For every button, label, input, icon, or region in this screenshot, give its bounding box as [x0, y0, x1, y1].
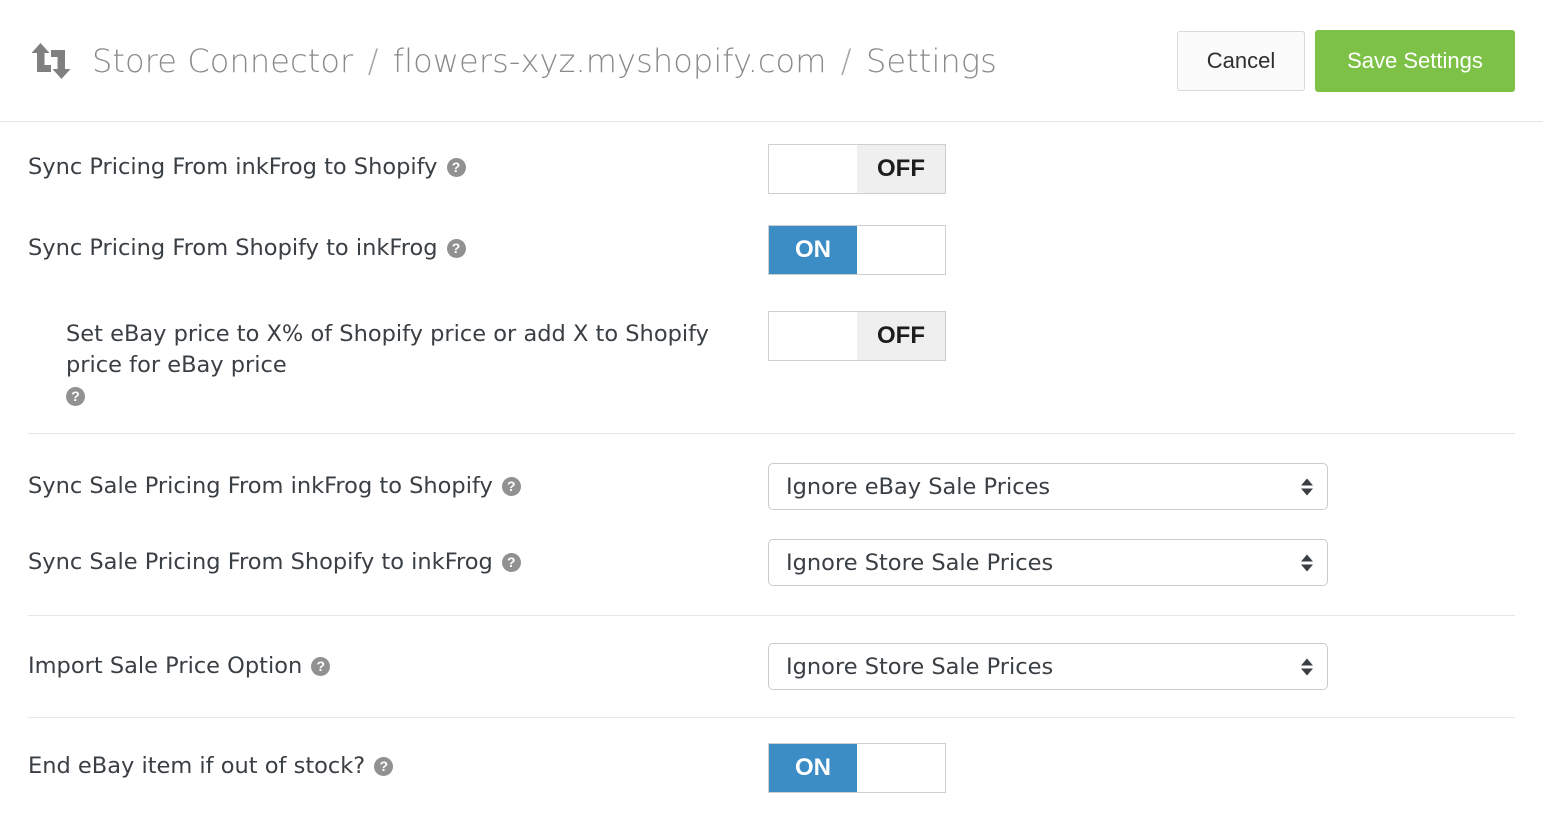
- setting-label-text: Sync Pricing From inkFrog to Shopify: [28, 154, 438, 180]
- help-icon[interactable]: ?: [501, 553, 521, 572]
- save-settings-button[interactable]: Save Settings: [1315, 29, 1515, 92]
- help-icon-glyph: ?: [507, 477, 516, 494]
- setting-control: OFF: [768, 144, 946, 194]
- toggle-ebay-price-formula[interactable]: OFF: [768, 311, 946, 361]
- chevron-down-icon: [1301, 564, 1313, 571]
- setting-control: Ignore Store Sale Prices: [768, 643, 1328, 690]
- header-actions: Cancel Save Settings: [1177, 29, 1515, 92]
- toggle-sync-pricing-inkfrog-to-shopify[interactable]: OFF: [768, 144, 946, 194]
- help-icon[interactable]: ?: [501, 477, 521, 496]
- setting-control: Ignore eBay Sale Prices: [768, 463, 1328, 510]
- sync-arrows-icon: [31, 42, 71, 79]
- toggle-knob: [769, 312, 857, 360]
- setting-control: ON: [768, 743, 946, 793]
- setting-label-text: Sync Sale Pricing From inkFrog to Shopif…: [28, 473, 493, 499]
- help-icon-glyph: ?: [316, 657, 326, 674]
- setting-label-text: Set eBay price to X% of Shopify price or…: [66, 321, 709, 378]
- cancel-button[interactable]: Cancel: [1177, 30, 1305, 91]
- select-sync-sale-pricing-shopify-to-inkfrog[interactable]: Ignore Store Sale Prices: [768, 539, 1328, 586]
- help-icon-glyph: ?: [71, 387, 80, 404]
- toggle-state-label: OFF: [857, 312, 945, 360]
- help-icon[interactable]: ?: [311, 657, 331, 676]
- toggle-end-ebay-item-if-out-of-stock[interactable]: ON: [768, 743, 946, 793]
- setting-row-end-ebay-item-if-out-of-stock: End eBay item if out of stock? ? ON: [28, 718, 1515, 793]
- stepper-arrows-icon[interactable]: [1301, 554, 1313, 571]
- toggle-state-label: OFF: [857, 145, 945, 193]
- setting-label-text: Import Sale Price Option: [28, 653, 303, 679]
- setting-row-import-sale-price-option: Import Sale Price Option ? Ignore Store …: [28, 616, 1515, 717]
- select-sync-sale-pricing-inkfrog-to-shopify[interactable]: Ignore eBay Sale Prices: [768, 463, 1328, 510]
- toggle-state-label: ON: [769, 226, 857, 274]
- chevron-down-icon: [1301, 668, 1313, 675]
- toggle-state-label: ON: [769, 744, 857, 792]
- help-icon-glyph: ?: [507, 553, 516, 570]
- setting-label: Sync Pricing From inkFrog to Shopify ?: [28, 144, 768, 183]
- setting-label: Sync Sale Pricing From Shopify to inkFro…: [28, 539, 768, 578]
- select-value: Ignore Store Sale Prices: [786, 653, 1054, 680]
- help-icon-glyph: ?: [379, 757, 389, 774]
- settings-body: Sync Pricing From inkFrog to Shopify ? O…: [0, 122, 1543, 793]
- breadcrumb-page: Settings: [865, 41, 997, 80]
- toggle-knob: [857, 744, 945, 792]
- help-icon[interactable]: ?: [66, 387, 85, 406]
- stepper-arrows-icon[interactable]: [1301, 478, 1313, 495]
- select-import-sale-price-option[interactable]: Ignore Store Sale Prices: [768, 643, 1328, 690]
- toggle-knob: [769, 145, 857, 193]
- toggle-sync-pricing-shopify-to-inkfrog[interactable]: ON: [768, 225, 946, 275]
- help-icon-glyph: ?: [451, 158, 461, 175]
- help-icon[interactable]: ?: [374, 757, 394, 776]
- setting-row-sync-pricing-shopify-to-inkfrog: Sync Pricing From Shopify to inkFrog ? O…: [28, 194, 1515, 275]
- setting-control: OFF: [768, 311, 946, 361]
- chevron-down-icon: [1301, 488, 1313, 495]
- setting-label-text: Sync Pricing From Shopify to inkFrog: [28, 235, 438, 261]
- breadcrumb-separator-1: /: [367, 41, 379, 80]
- setting-label: Import Sale Price Option ?: [28, 643, 768, 682]
- breadcrumb: Store Connector / flowers-xyz.myshopify.…: [28, 41, 1177, 81]
- setting-label-text: Sync Sale Pricing From Shopify to inkFro…: [28, 549, 493, 575]
- select-value: Ignore Store Sale Prices: [786, 549, 1054, 576]
- chevron-up-icon: [1301, 554, 1313, 561]
- toggle-knob: [857, 226, 945, 274]
- chevron-up-icon: [1301, 478, 1313, 485]
- setting-control: ON: [768, 225, 946, 275]
- help-icon[interactable]: ?: [446, 158, 466, 177]
- setting-row-ebay-price-formula: Set eBay price to X% of Shopify price or…: [28, 275, 1515, 433]
- help-icon[interactable]: ?: [446, 239, 466, 258]
- setting-row-sync-sale-pricing-inkfrog-to-shopify: Sync Sale Pricing From inkFrog to Shopif…: [28, 434, 1515, 510]
- help-icon-glyph: ?: [451, 239, 461, 256]
- setting-row-sync-sale-pricing-shopify-to-inkfrog: Sync Sale Pricing From Shopify to inkFro…: [28, 510, 1515, 615]
- breadcrumb-separator-2: /: [840, 41, 852, 80]
- setting-row-sync-pricing-inkfrog-to-shopify: Sync Pricing From inkFrog to Shopify ? O…: [28, 122, 1515, 194]
- select-value: Ignore eBay Sale Prices: [786, 473, 1051, 500]
- setting-label: Set eBay price to X% of Shopify price or…: [66, 311, 768, 406]
- breadcrumb-text: Store Connector / flowers-xyz.myshopify.…: [92, 42, 997, 80]
- setting-label: Sync Pricing From Shopify to inkFrog ?: [28, 225, 768, 264]
- setting-label: End eBay item if out of stock? ?: [28, 743, 768, 782]
- setting-label-text: End eBay item if out of stock?: [28, 753, 366, 779]
- breadcrumb-store[interactable]: flowers-xyz.myshopify.com: [393, 42, 827, 80]
- stepper-arrows-icon[interactable]: [1301, 658, 1313, 675]
- breadcrumb-app[interactable]: Store Connector: [92, 42, 353, 80]
- page-header: Store Connector / flowers-xyz.myshopify.…: [0, 0, 1543, 122]
- setting-control: Ignore Store Sale Prices: [768, 539, 1328, 586]
- setting-label: Sync Sale Pricing From inkFrog to Shopif…: [28, 463, 768, 502]
- chevron-up-icon: [1301, 658, 1313, 665]
